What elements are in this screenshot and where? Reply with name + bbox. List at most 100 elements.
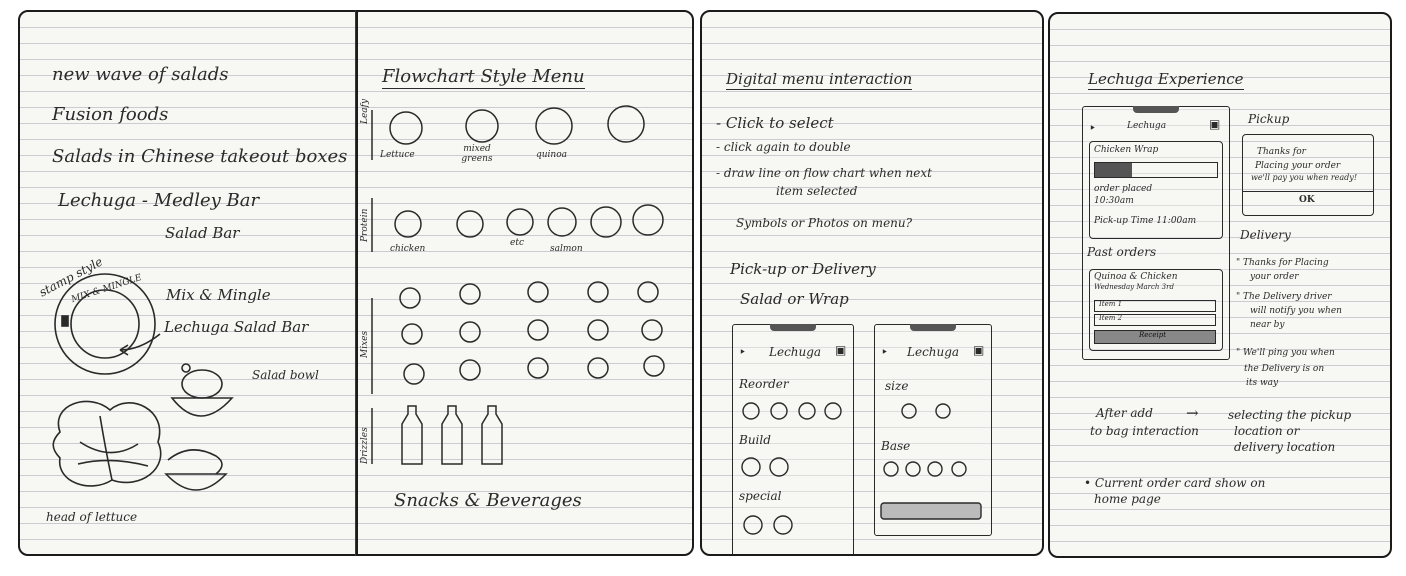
protein-item-circle [456,210,484,238]
base-option [951,461,967,477]
receipt-label: Receipt [1139,331,1167,339]
order-placed-label: order placed [1094,184,1153,194]
pickup-time: Pick-up Time 11:00am [1094,216,1197,226]
protein-item-circle [506,208,534,236]
symbols-question: Symbols or Photos on menu? [736,216,913,230]
past-orders-heading: Past orders [1087,245,1157,259]
mix-item-circle [587,319,609,341]
second-bowl-greens [167,449,223,475]
delivery-quote: your order [1250,272,1299,282]
after-add-line: to bag interaction [1090,424,1199,438]
dialog-divider [1243,191,1373,192]
reorder-option [824,402,842,420]
special-option [743,515,763,535]
drizzle-bottle [401,405,423,465]
reorder-option [742,402,760,420]
leafy-item-circle [389,111,423,145]
size-option [901,403,917,419]
mix-item-circle [637,281,659,303]
drizzle-bottle [441,405,463,465]
mix-item-circle [401,323,423,345]
page3-title: Digital menu interaction [726,70,913,90]
notebook-page-2: Flowchart Style Menu Leafy Protein Mixes… [356,10,694,556]
protein-item-circle [632,204,664,236]
size-option [935,403,951,419]
leafy-item-circle [607,105,645,143]
mix-item-circle [459,359,481,381]
delivery-quote: its way [1246,378,1279,388]
mix-item-circle [459,283,481,305]
reorder-option [798,402,816,420]
dialog-line: Thanks for [1257,147,1306,157]
mix-item-circle [459,321,481,343]
interaction-bullet: item selected [776,184,858,198]
phone-brand: Lechuga [1127,121,1167,131]
mix-item-circle [403,363,425,385]
base-option [883,461,899,477]
phone2-options [880,403,982,520]
line-item-label: Item 2 [1099,314,1123,322]
delivery-label: Delivery [1240,228,1291,242]
mix-item-circle [587,357,609,379]
notebook-page-4: Lechuga Experience ‣ Lechuga ▣ Chicken W… [1048,12,1392,558]
delivery-quote: " Thanks for Placing [1236,258,1329,268]
delivery-quote: will notify you when [1250,306,1342,316]
line-item-label: Item 1 [1099,300,1123,308]
phone1-options [741,402,842,535]
leafy-item-circle [535,107,573,145]
salad-bowl-greens [181,369,223,399]
interaction-bullet: - Click to select [716,114,834,132]
delivery-quote: " The Delivery driver [1236,292,1332,302]
pickup-dialog: Thanks for Placing your order we'll pay … [1242,134,1374,216]
past-order-date: Wednesday March 3rd [1094,283,1174,291]
mix-item-circle [643,355,665,377]
past-order-item: Quinoa & Chicken [1094,272,1178,282]
dialog-line: we'll pay you when ready! [1251,173,1358,182]
order-progress-bar [1094,162,1218,178]
build-option [769,457,789,477]
current-order-card[interactable]: Chicken Wrap order placed 10:30am Pick-u… [1089,141,1223,239]
mix-item-circle [641,319,663,341]
drizzle-bottle [481,405,503,465]
delivery-quote: the Delivery is on [1244,364,1325,374]
stamp-mark [61,315,69,327]
protein-item-circle [394,210,422,238]
add-to-bag-bar [880,502,982,520]
past-order-card[interactable]: Quinoa & Chicken Wednesday March 3rd Ite… [1089,269,1223,351]
stamp-outer-circle [54,273,156,375]
build-option [741,457,761,477]
notebook-page-3: Digital menu interaction - Click to sele… [700,10,1044,556]
flow-arrow-icon: → [1186,404,1199,422]
order-placed-time: 10:30am [1094,196,1134,206]
order-item-name: Chicken Wrap [1094,145,1159,155]
selecting-line: location or [1234,424,1300,438]
mix-item-circle [527,319,549,341]
mix-item-circle [527,281,549,303]
dialog-line: Placing your order [1255,161,1341,171]
page2-sketches [371,105,665,465]
bag-icon: ▣ [1209,117,1221,131]
order-progress-fill [1095,163,1132,177]
selecting-line: selecting the pickup [1228,408,1352,422]
mix-item-circle [527,357,549,379]
leafy-item-circle [465,109,499,143]
page1-sketches [52,273,234,491]
after-add-line: After add [1096,406,1153,420]
dialog-ok-button[interactable]: OK [1299,195,1315,205]
interaction-bullet: - draw line on flow chart when next [716,166,932,180]
option-line: Salad or Wrap [740,290,849,308]
mix-item-circle [587,281,609,303]
mix-item-circle [399,287,421,309]
delivery-quote: " We'll ping you when [1236,348,1335,358]
base-option [905,461,921,477]
delivery-quote: near by [1250,320,1285,330]
protein-item-circle [590,206,622,238]
current-order-note: home page [1094,492,1161,506]
receipt-button[interactable]: Receipt [1094,330,1216,344]
selecting-line: delivery location [1234,440,1336,454]
salad-bowl-sketch [170,397,234,417]
lettuce-head-sketch [52,400,162,487]
base-option [927,461,943,477]
page4-title: Lechuga Experience [1088,70,1244,90]
notebook-page-1: new wave of salads Fusion foods Salads i… [18,10,358,556]
